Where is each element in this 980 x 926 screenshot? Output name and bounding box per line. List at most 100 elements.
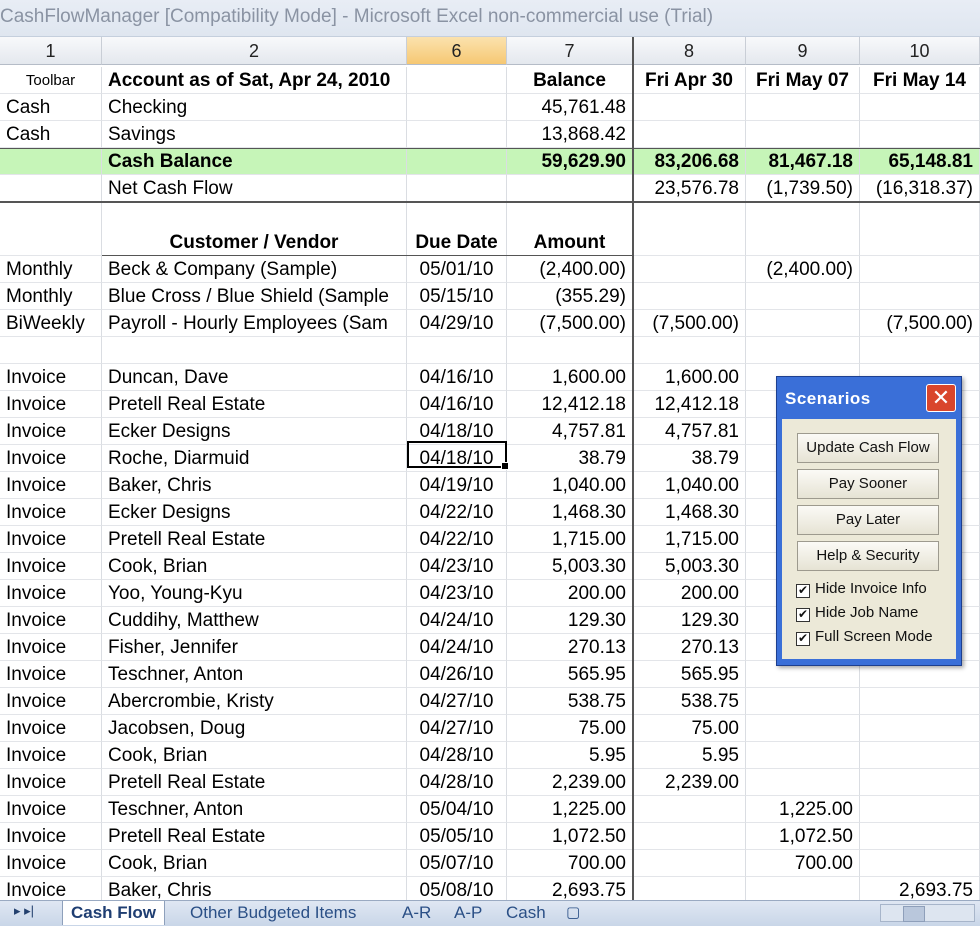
week-amount[interactable]: 1,225.00 xyxy=(746,796,860,823)
vendor-name[interactable]: Duncan, Dave xyxy=(102,364,407,391)
row-type[interactable]: Invoice xyxy=(0,634,102,661)
checkbox-check-icon[interactable]: ✔ xyxy=(796,584,810,598)
amount[interactable]: 75.00 xyxy=(507,715,633,742)
column-header-2[interactable]: 2 xyxy=(102,37,407,65)
amount[interactable]: 538.75 xyxy=(507,688,633,715)
cash-balance-week[interactable]: 81,467.18 xyxy=(746,148,860,175)
row-type[interactable]: Invoice xyxy=(0,418,102,445)
due-date[interactable]: 05/07/10 xyxy=(407,850,507,877)
week-amount[interactable]: 1,040.00 xyxy=(633,472,746,499)
due-date[interactable]: 04/19/10 xyxy=(407,472,507,499)
vendor-name[interactable]: Jacobsen, Doug xyxy=(102,715,407,742)
cell[interactable] xyxy=(102,202,407,229)
vendor-name[interactable]: Cook, Brian xyxy=(102,553,407,580)
column-header-6[interactable]: 6 xyxy=(407,37,507,65)
cell[interactable] xyxy=(407,337,507,364)
week-amount[interactable]: 700.00 xyxy=(746,850,860,877)
amount[interactable]: 1,468.30 xyxy=(507,499,633,526)
checkbox-check-icon[interactable]: ✔ xyxy=(796,632,810,646)
vendor-name[interactable]: Blue Cross / Blue Shield (Sample xyxy=(102,283,407,310)
week-amount[interactable] xyxy=(633,796,746,823)
cell[interactable] xyxy=(407,94,507,121)
row-type[interactable]: Invoice xyxy=(0,688,102,715)
week-amount[interactable]: 129.30 xyxy=(633,607,746,634)
account-name[interactable]: Checking xyxy=(102,94,407,121)
due-date[interactable]: 04/24/10 xyxy=(407,607,507,634)
vendor-name[interactable]: Cook, Brian xyxy=(102,742,407,769)
tab-cash-flow[interactable]: Cash Flow xyxy=(62,901,166,925)
tab-a-p[interactable]: A-P xyxy=(454,901,482,925)
week-amount[interactable]: 5,003.30 xyxy=(633,553,746,580)
due-date[interactable]: 04/23/10 xyxy=(407,553,507,580)
amount[interactable]: (2,400.00) xyxy=(507,256,633,283)
amount[interactable]: 270.13 xyxy=(507,634,633,661)
net-cash-flow-week[interactable]: 23,576.78 xyxy=(633,175,746,202)
amount[interactable]: 38.79 xyxy=(507,445,633,472)
vendor-name[interactable]: Beck & Company (Sample) xyxy=(102,256,407,283)
vendor-name[interactable]: Baker, Chris xyxy=(102,877,407,900)
checkbox-check-icon[interactable]: ✔ xyxy=(796,608,810,622)
row-type[interactable]: Invoice xyxy=(0,769,102,796)
cash-balance-value[interactable]: 59,629.90 xyxy=(507,148,633,175)
vendor-name[interactable]: Cook, Brian xyxy=(102,850,407,877)
amount[interactable]: 5.95 xyxy=(507,742,633,769)
due-date[interactable]: 04/22/10 xyxy=(407,499,507,526)
account-name[interactable]: Savings xyxy=(102,121,407,148)
week-amount[interactable] xyxy=(746,310,860,337)
vendor-name[interactable]: Yoo, Young-Kyu xyxy=(102,580,407,607)
vendor-name[interactable]: Abercrombie, Kristy xyxy=(102,688,407,715)
amount[interactable]: (7,500.00) xyxy=(507,310,633,337)
row-type[interactable]: Invoice xyxy=(0,526,102,553)
cell[interactable] xyxy=(407,175,507,202)
cell[interactable] xyxy=(507,202,633,229)
row-type[interactable]: Invoice xyxy=(0,499,102,526)
week-amount[interactable]: 38.79 xyxy=(633,445,746,472)
cell[interactable] xyxy=(0,175,102,202)
due-date[interactable]: 04/16/10 xyxy=(407,364,507,391)
amount[interactable]: 2,693.75 xyxy=(507,877,633,900)
vendor-name[interactable]: Ecker Designs xyxy=(102,499,407,526)
week-amount[interactable] xyxy=(860,850,980,877)
row-type[interactable]: Invoice xyxy=(0,607,102,634)
vendor-name[interactable]: Pretell Real Estate xyxy=(102,526,407,553)
due-date[interactable]: 04/27/10 xyxy=(407,688,507,715)
cell[interactable] xyxy=(0,148,102,175)
due-date[interactable]: 05/05/10 xyxy=(407,823,507,850)
column-header-7[interactable]: 7 xyxy=(507,37,633,65)
cell[interactable] xyxy=(407,202,507,229)
amount[interactable]: 565.95 xyxy=(507,661,633,688)
due-date[interactable]: 04/29/10 xyxy=(407,310,507,337)
cell[interactable] xyxy=(633,229,746,256)
tab-nav-arrows-icon[interactable]: ▸ ▸| xyxy=(14,903,34,919)
week-amount[interactable]: 75.00 xyxy=(633,715,746,742)
row-type[interactable]: Monthly xyxy=(0,256,102,283)
row-type[interactable]: Invoice xyxy=(0,472,102,499)
vendor-name[interactable]: Roche, Diarmuid xyxy=(102,445,407,472)
cell[interactable] xyxy=(0,202,102,229)
due-date[interactable]: 04/16/10 xyxy=(407,391,507,418)
week-amount[interactable] xyxy=(860,715,980,742)
due-date[interactable]: 04/28/10 xyxy=(407,742,507,769)
amount[interactable]: 200.00 xyxy=(507,580,633,607)
row-type[interactable]: Invoice xyxy=(0,553,102,580)
cell[interactable] xyxy=(860,94,980,121)
week-amount[interactable]: 538.75 xyxy=(633,688,746,715)
row-type[interactable]: Invoice xyxy=(0,580,102,607)
week-amount[interactable] xyxy=(633,256,746,283)
week-amount[interactable] xyxy=(633,283,746,310)
row-type[interactable]: Invoice xyxy=(0,850,102,877)
week-amount[interactable]: 270.13 xyxy=(633,634,746,661)
hide-job-name-checkbox[interactable]: ✔ Hide Job Name xyxy=(796,603,918,623)
due-date[interactable]: 04/27/10 xyxy=(407,715,507,742)
vendor-name[interactable]: Teschner, Anton xyxy=(102,661,407,688)
toolbar-label[interactable]: Toolbar xyxy=(0,67,102,94)
week-amount[interactable] xyxy=(860,742,980,769)
cell[interactable] xyxy=(746,121,860,148)
amount[interactable]: (355.29) xyxy=(507,283,633,310)
cell[interactable] xyxy=(860,229,980,256)
week-amount[interactable]: (7,500.00) xyxy=(860,310,980,337)
week-amount[interactable]: (2,400.00) xyxy=(746,256,860,283)
net-cash-flow-week[interactable]: (1,739.50) xyxy=(746,175,860,202)
column-header-10[interactable]: 10 xyxy=(860,37,980,65)
cell[interactable] xyxy=(633,202,746,229)
